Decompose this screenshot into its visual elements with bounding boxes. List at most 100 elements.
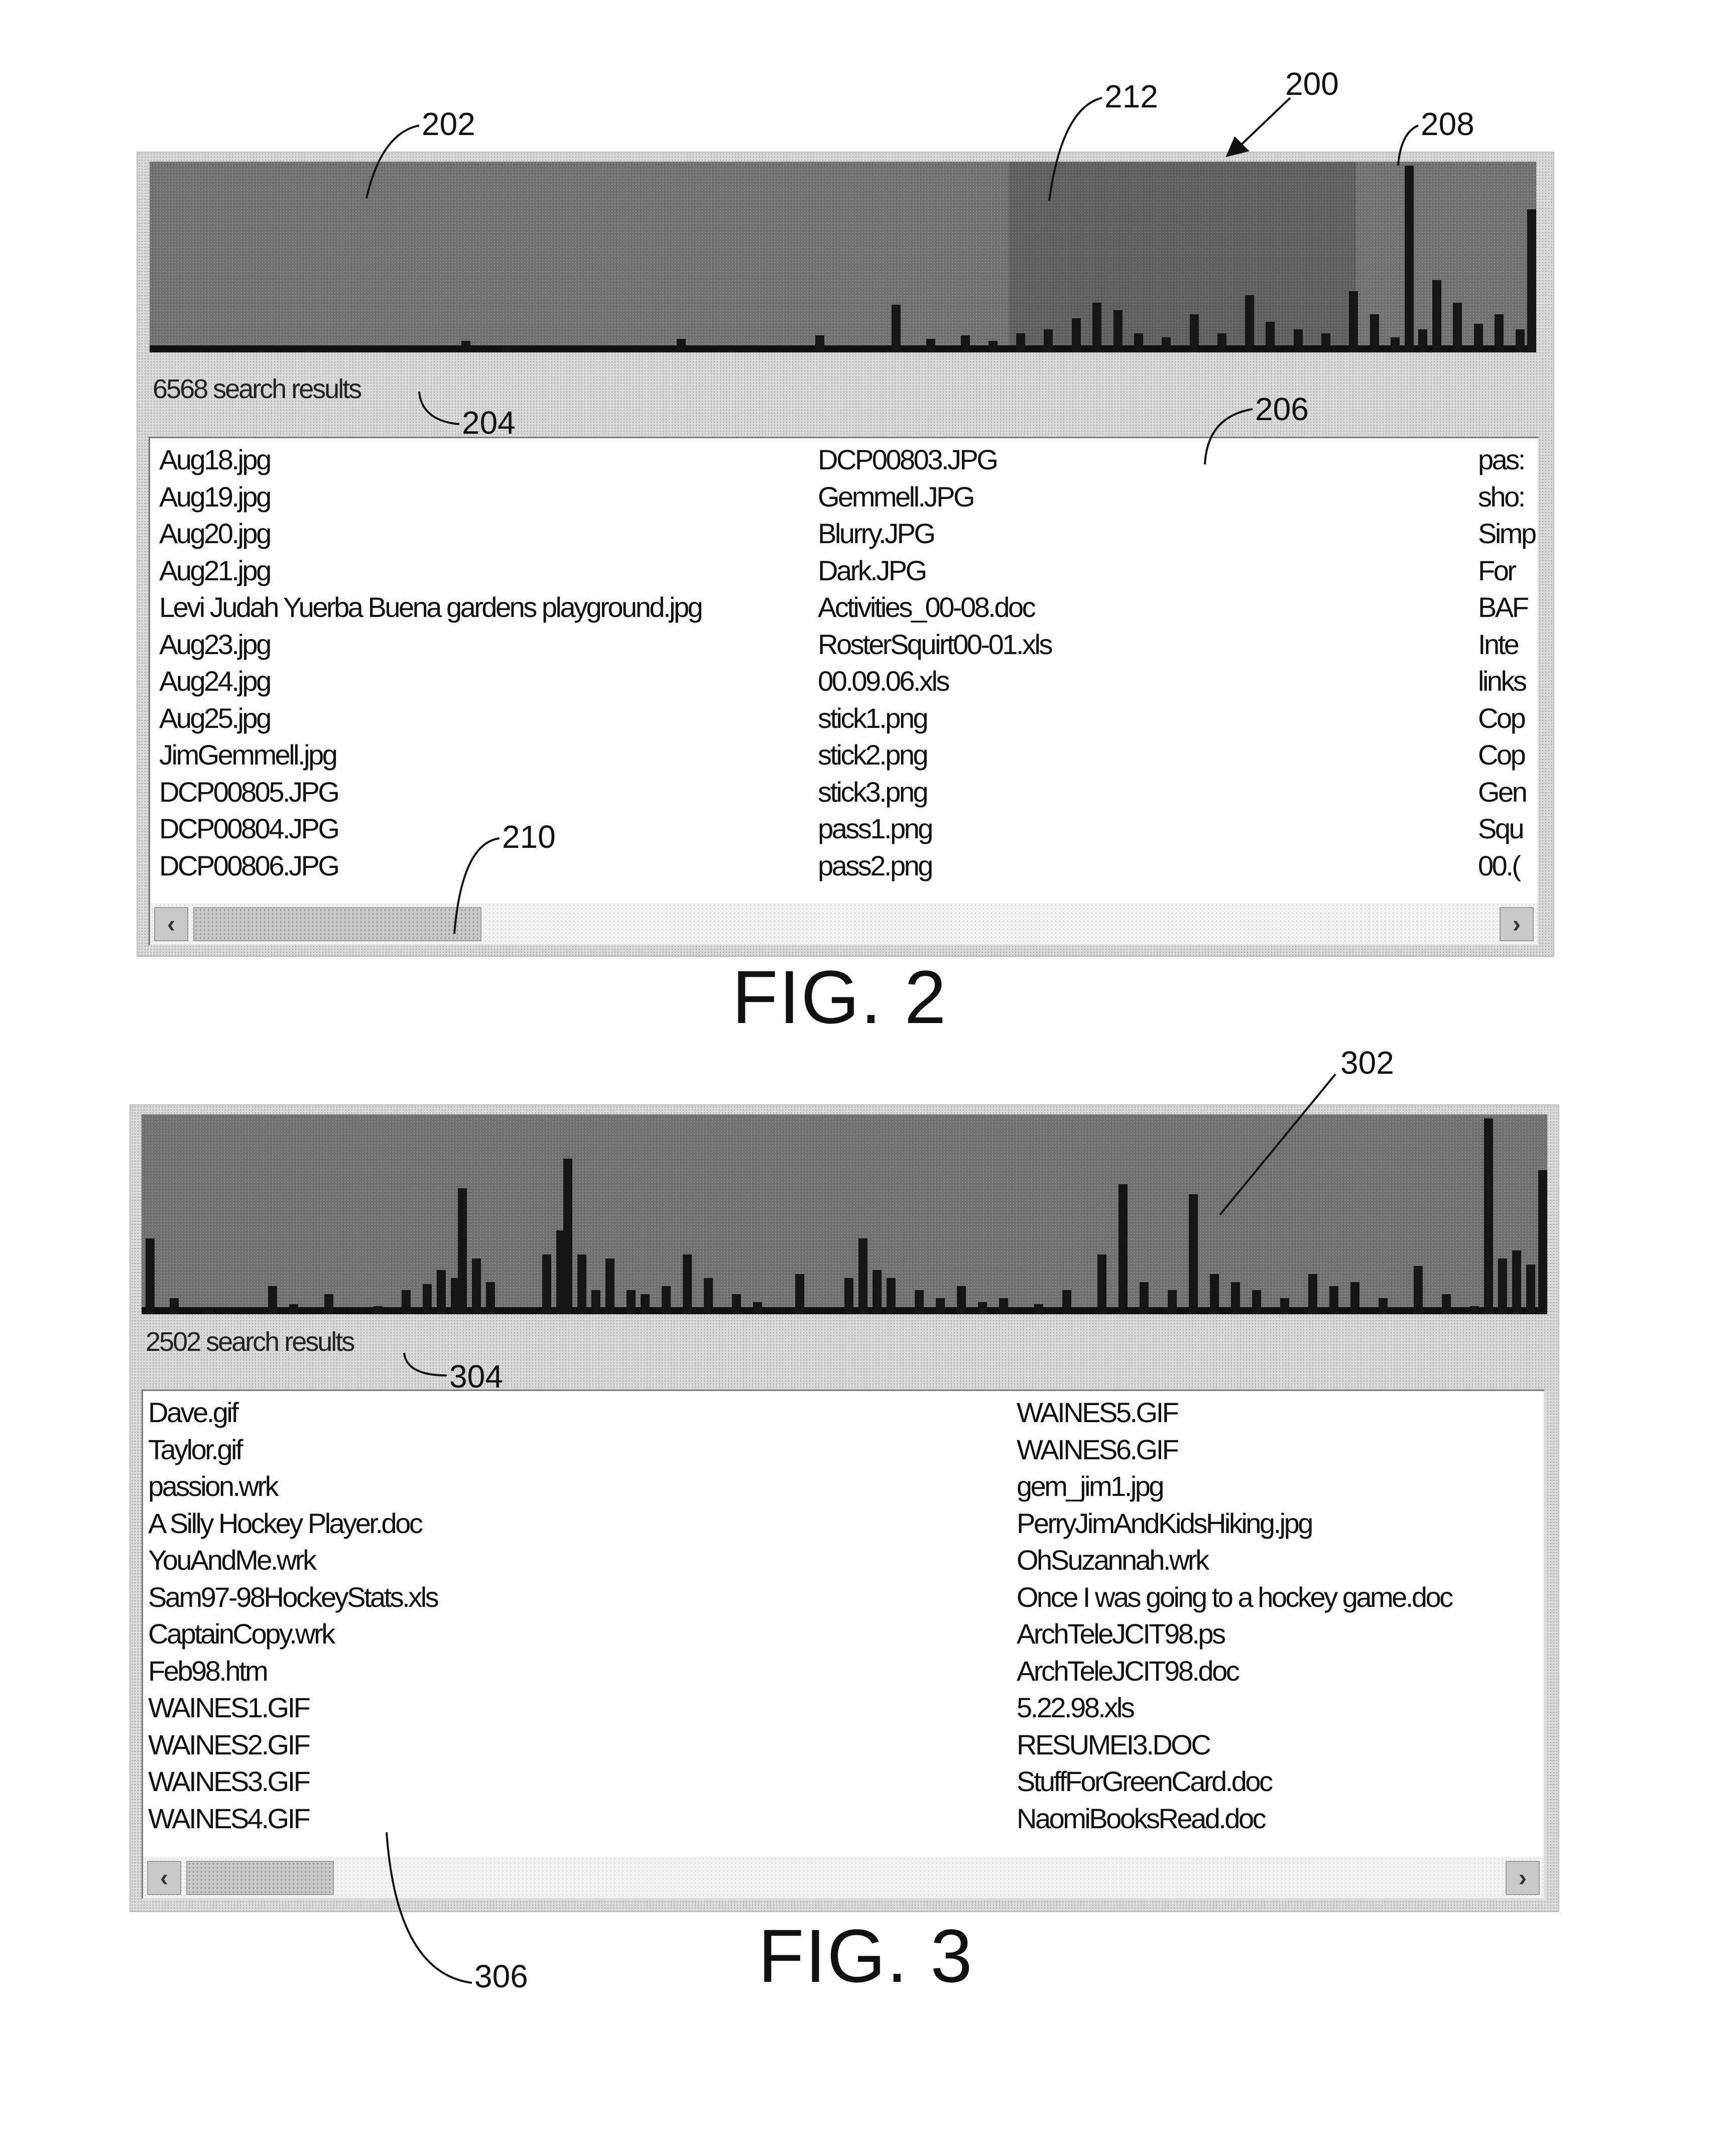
histogram-bar[interactable] [887, 1278, 896, 1314]
result-list-item[interactable]: Cop [1478, 700, 1538, 737]
result-list-item[interactable]: YouAndMe.wrk [148, 1542, 437, 1579]
result-list-item[interactable]: Once I was going to a hockey game.doc [1017, 1579, 1453, 1616]
histogram-bar[interactable] [1370, 314, 1379, 352]
histogram-bar[interactable] [1526, 1264, 1535, 1314]
histogram-bar[interactable] [1016, 333, 1026, 352]
result-list-item[interactable]: Cop [1478, 736, 1538, 774]
result-list-item[interactable]: WAINES2.GIF [148, 1726, 437, 1763]
histogram-bar[interactable] [732, 1294, 741, 1314]
histogram-bar[interactable] [683, 1254, 692, 1314]
histogram-bar[interactable] [1245, 295, 1254, 352]
result-list-item[interactable]: Aug18.jpg [159, 441, 701, 478]
result-list-item[interactable]: Squ [1478, 810, 1538, 847]
result-list-item[interactable]: WAINES5.GIF [1017, 1394, 1452, 1431]
result-list-item[interactable]: Sam97-98HockeyStats.xls [148, 1579, 439, 1616]
histogram-bar[interactable] [1140, 1282, 1149, 1314]
histogram-bar[interactable] [1442, 1294, 1451, 1314]
histogram-bar[interactable] [402, 1290, 411, 1314]
histogram-bar[interactable] [1162, 337, 1171, 352]
histogram-bar[interactable] [641, 1294, 650, 1314]
fig3-result-list[interactable]: Dave.gif Taylor.gif passion.wrk A Silly Hoc… [142, 1390, 1545, 1900]
fig2-selected-range[interactable] [1009, 162, 1356, 352]
scrollbar-thumb[interactable] [193, 907, 481, 941]
result-list-item[interactable]: StuffForGreenCard.doc [1017, 1763, 1452, 1800]
histogram-bar[interactable] [577, 1254, 586, 1314]
result-list-item[interactable]: pas: [1478, 441, 1538, 478]
result-list-item[interactable]: BAF [1478, 589, 1538, 626]
histogram-bar[interactable] [1498, 1258, 1507, 1314]
histogram-bar[interactable] [1418, 329, 1428, 352]
histogram-bar[interactable] [1092, 303, 1102, 352]
result-list-item[interactable]: For [1478, 552, 1538, 589]
result-list-item[interactable]: WAINES1.GIF [148, 1689, 437, 1726]
histogram-bar[interactable] [936, 1298, 945, 1314]
histogram-bar[interactable] [503, 346, 513, 352]
fig3-horizontal-scrollbar[interactable]: ‹ › [143, 1857, 1544, 1898]
histogram-bar[interactable] [960, 335, 970, 352]
histogram-bar[interactable] [1473, 324, 1483, 352]
histogram-bar[interactable] [1390, 337, 1400, 352]
histogram-bar[interactable] [458, 1188, 467, 1314]
fig2-histogram[interactable] [150, 162, 1536, 352]
histogram-bar[interactable] [1414, 1266, 1423, 1314]
result-list-item[interactable]: Dave.gif [148, 1394, 437, 1431]
histogram-bar[interactable] [844, 1278, 853, 1314]
histogram-bar[interactable] [324, 1294, 333, 1314]
histogram-bar[interactable] [1168, 1290, 1177, 1314]
histogram-bar[interactable] [815, 335, 824, 352]
result-list-item[interactable]: pass1.png [818, 810, 1051, 847]
result-list-item[interactable]: Blurry.JPG [818, 515, 1051, 552]
histogram-bar[interactable] [1097, 1254, 1106, 1314]
result-list-item[interactable]: gem_jim1.jpg [1017, 1468, 1452, 1505]
histogram-bar[interactable] [795, 1274, 804, 1314]
scroll-right-button[interactable]: › [1500, 907, 1534, 941]
histogram-bar[interactable] [1538, 1170, 1547, 1314]
histogram-bar[interactable] [268, 1286, 277, 1314]
result-list-item[interactable]: stick2.png [818, 736, 1051, 774]
histogram-bar[interactable] [704, 1278, 713, 1314]
fig2-horizontal-scrollbar[interactable]: ‹ › [150, 903, 1538, 944]
result-list-item[interactable]: DCP00806.JPG [159, 847, 701, 885]
histogram-bar[interactable] [627, 1290, 636, 1314]
histogram-bar[interactable] [676, 339, 686, 352]
fig2-result-list[interactable]: Aug18.jpg Aug19.jpg Aug20.jpg Aug21.jpg Levi… [149, 437, 1539, 946]
histogram-bar[interactable] [1189, 314, 1199, 352]
fig3-histogram[interactable] [142, 1114, 1547, 1314]
result-list-item[interactable]: WAINES4.GIF [148, 1800, 437, 1837]
histogram-bar[interactable] [1071, 318, 1081, 352]
result-list-item[interactable]: Simp [1478, 515, 1538, 552]
histogram-bar[interactable] [1527, 209, 1536, 352]
histogram-bar[interactable] [605, 1258, 614, 1314]
histogram-bar[interactable] [891, 305, 901, 352]
scroll-right-button[interactable]: › [1506, 1861, 1540, 1895]
histogram-bar[interactable] [915, 1290, 924, 1314]
histogram-bar[interactable] [1515, 329, 1525, 352]
histogram-bar[interactable] [1512, 1250, 1521, 1314]
histogram-bar[interactable] [1280, 1298, 1289, 1314]
histogram-bar[interactable] [957, 1286, 966, 1314]
result-list-item[interactable]: ArchTeleJCIT98.ps [1017, 1615, 1452, 1653]
histogram-bar[interactable] [873, 1270, 882, 1314]
histogram-bar[interactable] [1293, 329, 1303, 352]
histogram-bar[interactable] [1189, 1194, 1198, 1314]
histogram-bar[interactable] [1453, 303, 1462, 352]
histogram-bar[interactable] [1329, 1286, 1338, 1314]
result-list-item[interactable]: DCP00804.JPG [159, 810, 701, 847]
histogram-bar[interactable] [1470, 1306, 1479, 1314]
result-list-item[interactable]: 5.22.98.xls [1017, 1689, 1452, 1726]
result-list-item[interactable]: WAINES3.GIF [148, 1763, 437, 1800]
result-list-item[interactable]: Aug23.jpg [159, 626, 701, 663]
result-list-item[interactable]: Feb98.htm [148, 1653, 437, 1690]
result-list-item[interactable]: PerryJimAndKidsHiking.jpg [1017, 1505, 1452, 1542]
histogram-bar[interactable] [591, 1290, 600, 1314]
histogram-bar[interactable] [472, 1258, 481, 1314]
result-list-item[interactable]: Aug25.jpg [159, 700, 701, 737]
histogram-bar[interactable] [1210, 1274, 1219, 1314]
result-list-item[interactable]: DCP00805.JPG [159, 774, 701, 811]
result-list-item[interactable]: DCP00803.JPG [818, 441, 1051, 478]
result-list-item[interactable]: ArchTeleJCIT98.doc [1017, 1653, 1452, 1690]
result-list-item[interactable]: CaptainCopy.wrk [148, 1615, 437, 1653]
result-list-item[interactable]: links [1478, 663, 1538, 700]
histogram-bar[interactable] [1350, 1282, 1359, 1314]
result-list-item[interactable]: Dark.JPG [818, 552, 1051, 589]
